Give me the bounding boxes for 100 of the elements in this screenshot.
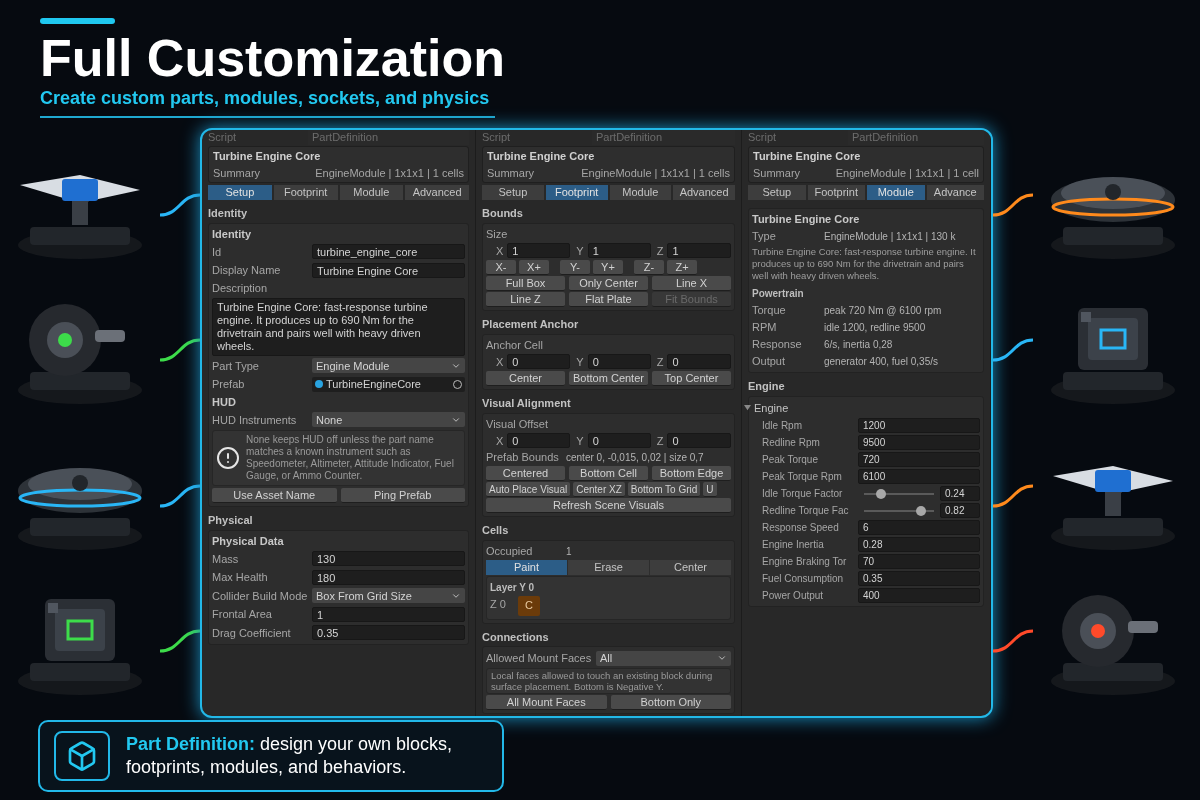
hero-subtitle: Create custom parts, modules, sockets, and physics [40, 86, 496, 118]
button[interactable]: Flat Plate [569, 292, 648, 307]
input-field[interactable]: 0.24 [940, 486, 980, 501]
part-title: Turbine Engine Core [487, 149, 596, 164]
slider-thumb[interactable] [916, 505, 927, 516]
tab[interactable]: Footprint [807, 185, 865, 200]
button[interactable]: Line X [652, 276, 731, 291]
tab[interactable]: Setup [482, 185, 544, 200]
button[interactable]: Top Center [652, 371, 731, 386]
tab[interactable]: Module [339, 185, 404, 200]
button[interactable]: Bottom To Grid [627, 482, 701, 497]
prefab-icon [315, 380, 323, 389]
button[interactable]: All Mount Faces [486, 694, 607, 710]
input-field[interactable]: 720 [858, 452, 980, 467]
button[interactable]: Bottom Edge [652, 466, 731, 481]
button[interactable]: Line Z [486, 292, 565, 307]
input-field[interactable]: 6 [858, 520, 980, 535]
input-field[interactable]: 0.28 [858, 537, 980, 552]
button[interactable]: Centered [486, 466, 565, 481]
input-field[interactable]: 0 [667, 433, 731, 449]
object-field[interactable]: TurbineEngineCore [312, 376, 465, 392]
dropdown[interactable]: All [596, 650, 731, 666]
foldout-arrow-icon [744, 404, 751, 412]
button[interactable]: U [703, 482, 717, 497]
button[interactable]: Auto Place Visual [486, 482, 571, 497]
section-title: Placement Anchor [482, 317, 580, 332]
tab[interactable]: Footprint [545, 185, 608, 200]
input-field[interactable]: 1200 [858, 418, 980, 433]
tab[interactable]: Setup [748, 185, 806, 200]
field-label: Occupied [486, 543, 534, 559]
input-field[interactable]: 1 [667, 243, 731, 259]
cell-button[interactable]: C [517, 595, 540, 616]
input-field[interactable]: 400 [858, 588, 980, 603]
input-field[interactable]: 0 [507, 433, 571, 449]
input-field[interactable]: 0.82 [940, 503, 980, 518]
button[interactable]: Refresh Scene Visuals [486, 498, 731, 513]
button[interactable]: Ping Prefab [340, 488, 465, 503]
tab[interactable]: Module [867, 185, 925, 200]
axis-label: Z [656, 243, 664, 259]
field-label: Prefab Bounds [486, 450, 560, 466]
toggle-button[interactable]: Erase [568, 559, 649, 575]
toggle-button[interactable]: Paint [486, 559, 567, 575]
button[interactable]: Bottom Only [610, 694, 731, 710]
field-label: Engine Braking Tor [762, 555, 848, 569]
input-field[interactable]: 0.35 [858, 571, 980, 586]
button[interactable]: X+ [519, 260, 549, 275]
input-field[interactable]: 0 [667, 354, 731, 370]
foldout-header[interactable]: Engine [744, 399, 980, 416]
input-field[interactable]: Turbine Engine Core [312, 262, 465, 278]
callout-text: Part Definition: design your own blocks, footprints, modules, and behaviors. [126, 733, 454, 779]
input-field[interactable]: 180 [312, 569, 465, 585]
foldout-label: Engine [754, 400, 789, 416]
toggle-button[interactable]: Center [650, 559, 731, 575]
tab[interactable]: Setup [208, 185, 272, 200]
warning-icon [216, 446, 240, 470]
cube-icon [66, 740, 98, 772]
button[interactable]: Z- [634, 260, 664, 275]
button[interactable]: Z+ [667, 260, 697, 275]
input-field[interactable]: 1 [507, 243, 571, 259]
summary-value: EngineModule | 1x1x1 | 1 cells [581, 165, 730, 181]
group-heading: Physical Data [212, 533, 285, 549]
input-field[interactable]: 0 [587, 433, 651, 449]
button[interactable]: Only Center [569, 276, 648, 291]
tab[interactable]: Module [609, 185, 672, 200]
dropdown[interactable]: Box From Grid Size [312, 588, 465, 604]
input-field[interactable]: 1 [587, 243, 651, 259]
tab[interactable]: Footprint [273, 185, 338, 200]
input-field[interactable]: 9500 [858, 435, 980, 450]
slider-thumb[interactable] [875, 488, 886, 499]
field-label: Peak Torque Rpm [762, 470, 843, 484]
tab[interactable]: Advanced [405, 185, 469, 200]
axis-label: Y [576, 243, 584, 259]
button[interactable]: Center [486, 371, 565, 386]
button[interactable]: Bottom Cell [569, 466, 648, 481]
field-label: Redline Rpm [762, 436, 821, 450]
text-area[interactable]: Turbine Engine Core: fast-response turbine engine. It produces up to 690 Nm for the drivetrain and pairs well with heavy driven wheels. [212, 297, 465, 356]
input-field[interactable]: 70 [858, 554, 980, 569]
input-field[interactable]: 1 [312, 606, 465, 622]
summary-value: EngineModule | 1x1x1 | 1 cell [835, 165, 979, 181]
button[interactable]: Bottom Center [569, 371, 648, 386]
button[interactable]: Center XZ [573, 482, 625, 497]
field-label: Response [752, 337, 803, 353]
field-label: Frontal Area [212, 607, 273, 622]
dropdown[interactable]: None [312, 412, 465, 428]
field-value: peak 720 Nm @ 6100 rpm [824, 304, 942, 318]
tab[interactable]: Advanced [673, 185, 735, 200]
input-field[interactable]: turbine_engine_core [312, 244, 465, 260]
input-field[interactable]: 130 [312, 551, 465, 567]
input-field[interactable]: 0.35 [312, 625, 465, 641]
button[interactable]: Full Box [486, 276, 565, 291]
button[interactable]: Y+ [593, 260, 623, 275]
dropdown[interactable]: Engine Module [312, 358, 465, 374]
tab[interactable]: Advance [926, 185, 984, 200]
button[interactable]: Use Asset Name [212, 488, 337, 503]
input-field[interactable]: 0 [507, 354, 571, 370]
field-label: Display Name [212, 263, 282, 278]
button[interactable]: X- [486, 260, 516, 275]
input-field[interactable]: 0 [587, 354, 651, 370]
button[interactable]: Y- [560, 260, 590, 275]
input-field[interactable]: 6100 [858, 469, 980, 484]
